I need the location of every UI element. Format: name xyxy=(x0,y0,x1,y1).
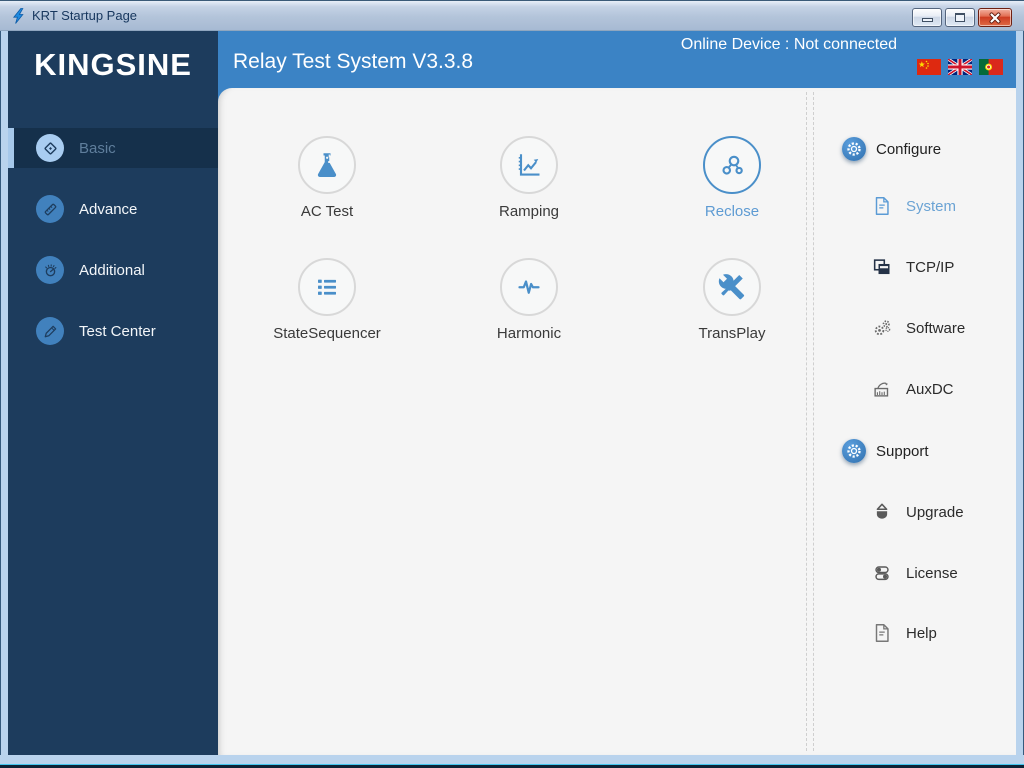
uk-flag-icon[interactable] xyxy=(948,59,972,75)
group-label: Support xyxy=(876,442,929,460)
item-system[interactable]: System xyxy=(871,192,956,220)
config-panel: Configure System TCP/IP Software AuxDC S… xyxy=(818,88,1016,755)
gears-icon xyxy=(871,317,893,339)
sidebar-item-additional[interactable]: Additional xyxy=(8,250,218,290)
group-support[interactable]: Support xyxy=(842,437,929,465)
sidebar-item-label: Advance xyxy=(79,200,138,218)
tile-label: Harmonic xyxy=(496,325,562,342)
item-label: AuxDC xyxy=(906,380,954,398)
pencil-icon xyxy=(36,317,64,345)
item-label: Software xyxy=(906,319,966,337)
panel-divider xyxy=(813,92,814,751)
item-software[interactable]: Software xyxy=(871,314,965,342)
group-label: Configure xyxy=(876,140,942,158)
sidebar-item-label: Additional xyxy=(79,261,145,279)
trend-chart-icon xyxy=(500,136,558,194)
toggles-icon xyxy=(871,562,893,584)
item-help[interactable]: Help xyxy=(871,619,937,647)
group-configure[interactable]: Configure xyxy=(842,135,941,163)
item-label: Help xyxy=(906,624,937,642)
panel-divider xyxy=(806,92,807,751)
sidebar-menu: Basic Advance Additional Test Center xyxy=(8,128,218,372)
tile-label: StateSequencer xyxy=(273,325,381,342)
app-body: KINGSINE Basic Advance Additional Test C… xyxy=(8,31,1016,755)
nodes-icon xyxy=(703,136,761,194)
chart-arrow-icon xyxy=(871,378,893,400)
pulse-icon xyxy=(500,258,558,316)
minimize-button[interactable] xyxy=(912,8,942,27)
item-auxdc[interactable]: AuxDC xyxy=(871,375,954,403)
gear-badge-icon xyxy=(842,439,866,463)
window-title: KRT Startup Page xyxy=(32,8,138,23)
tile-label: AC Test xyxy=(300,203,354,220)
close-icon xyxy=(989,12,1001,23)
sidebar-item-test-center[interactable]: Test Center xyxy=(8,311,218,351)
item-label: Upgrade xyxy=(906,503,964,521)
ruler-icon xyxy=(36,195,64,223)
document-icon xyxy=(871,195,893,217)
minimize-icon xyxy=(921,18,933,22)
tile-ramping[interactable]: Ramping xyxy=(444,136,614,220)
tile-label: TransPlay xyxy=(698,325,766,342)
tile-harmonic[interactable]: Harmonic xyxy=(444,258,614,342)
tile-reclose[interactable]: Reclose xyxy=(647,136,817,220)
window-border-left xyxy=(0,31,8,765)
item-license[interactable]: License xyxy=(871,559,958,587)
list-icon xyxy=(298,258,356,316)
brand-logo: KINGSINE xyxy=(34,47,192,82)
item-tcpip[interactable]: TCP/IP xyxy=(871,253,954,281)
maximize-button[interactable] xyxy=(945,8,975,27)
main-content: AC Test Ramping Reclose StateSequencer H… xyxy=(218,88,1016,755)
item-upgrade[interactable]: Upgrade xyxy=(871,498,964,526)
tile-state-sequencer[interactable]: StateSequencer xyxy=(242,258,412,342)
window-controls xyxy=(912,8,1012,27)
titlebar[interactable]: KRT Startup Page xyxy=(0,0,1024,31)
flask-icon xyxy=(298,136,356,194)
tile-label: Reclose xyxy=(704,203,760,220)
gear-badge-icon xyxy=(842,137,866,161)
language-switcher xyxy=(917,59,1003,75)
upgrade-icon xyxy=(871,501,893,523)
item-label: License xyxy=(906,564,958,582)
maximize-icon xyxy=(955,13,965,22)
tile-ac-test[interactable]: AC Test xyxy=(242,136,412,220)
gauge-icon xyxy=(36,256,64,284)
tools-icon xyxy=(703,258,761,316)
sidebar-item-basic[interactable]: Basic xyxy=(8,128,218,168)
document-icon xyxy=(871,622,893,644)
page-title: Relay Test System V3.3.8 xyxy=(233,50,474,73)
drive-icon xyxy=(871,256,893,278)
header: Relay Test System V3.3.8 Online Device :… xyxy=(218,31,1016,88)
window-border-right xyxy=(1016,31,1024,765)
item-label: TCP/IP xyxy=(906,258,955,276)
gem-icon xyxy=(36,134,64,162)
sidebar: KINGSINE Basic Advance Additional Test C… xyxy=(8,31,218,755)
item-label: System xyxy=(906,197,957,215)
app-window: KRT Startup Page KINGSINE Basic Advance … xyxy=(0,0,1024,768)
online-device-status: Online Device : Not connected xyxy=(680,36,897,53)
close-button[interactable] xyxy=(978,8,1012,27)
window-border-bottom xyxy=(0,755,1024,765)
china-flag-icon[interactable] xyxy=(917,59,941,75)
sidebar-item-label: Test Center xyxy=(79,322,156,340)
sidebar-item-advance[interactable]: Advance xyxy=(8,189,218,229)
sidebar-item-label: Basic xyxy=(79,139,116,157)
tile-transplay[interactable]: TransPlay xyxy=(647,258,817,342)
portugal-flag-icon[interactable] xyxy=(979,59,1003,75)
tile-label: Ramping xyxy=(498,203,560,220)
app-lightning-icon xyxy=(11,8,27,24)
